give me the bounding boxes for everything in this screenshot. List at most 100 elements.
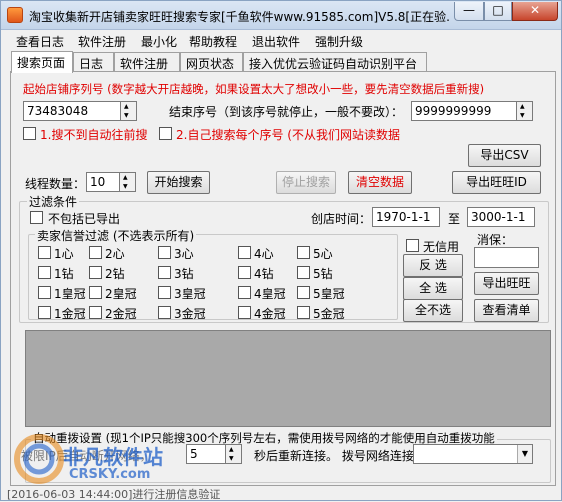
threads-label: 线程数量： xyxy=(25,177,86,191)
ip-limit-label: 被限IP后自动断开网络， xyxy=(21,449,152,463)
reconnect-seconds-spinner[interactable] xyxy=(226,444,242,464)
threads-input[interactable]: 10 xyxy=(86,172,120,192)
credit-checkbox[interactable] xyxy=(238,266,251,279)
chevron-down-icon[interactable]: ▼ xyxy=(517,445,532,463)
invert-selection-button[interactable]: 反 选 xyxy=(403,254,463,277)
credit-checkbox-label: 2皇冠 xyxy=(105,287,137,301)
credit-checkbox-label: 2金冠 xyxy=(105,307,137,321)
credit-checkbox[interactable] xyxy=(158,306,171,319)
credit-checkbox[interactable] xyxy=(38,246,51,259)
credit-checkbox[interactable] xyxy=(38,306,51,319)
threads-spinner[interactable] xyxy=(120,172,136,192)
credit-checkbox[interactable] xyxy=(89,286,102,299)
credit-checkbox[interactable] xyxy=(297,286,310,299)
credit-checkbox[interactable] xyxy=(38,286,51,299)
credit-checkbox[interactable] xyxy=(158,286,171,299)
exclude-exported-label: 不包括已导出 xyxy=(48,212,121,226)
credit-checkbox-label: 3心 xyxy=(174,247,194,261)
credit-checkbox[interactable] xyxy=(158,266,171,279)
tab-log[interactable]: 日志 xyxy=(73,52,114,72)
credit-checkbox-label: 2钻 xyxy=(105,267,125,281)
credit-checkbox[interactable] xyxy=(238,246,251,259)
export-wangwang-id-button[interactable]: 导出旺旺ID xyxy=(452,171,541,194)
credit-checkbox[interactable] xyxy=(158,246,171,259)
clear-data-button[interactable]: 清空数据 xyxy=(348,171,412,194)
credit-checkbox-label: 3钻 xyxy=(174,267,194,281)
select-all-button[interactable]: 全 选 xyxy=(403,277,463,300)
maximize-button[interactable]: □ xyxy=(484,2,512,21)
credit-checkbox-label: 3皇冠 xyxy=(174,287,206,301)
credit-checkbox[interactable] xyxy=(89,306,102,319)
credit-checkbox-label: 1钻 xyxy=(54,267,74,281)
export-wangwang-button[interactable]: 导出旺旺 xyxy=(474,272,539,295)
credit-checkbox-label: 1皇冠 xyxy=(54,287,86,301)
no-credit-label: 无信用 xyxy=(423,240,460,254)
search-each-serial-checkbox[interactable] xyxy=(159,127,172,140)
end-serial-input[interactable]: 9999999999 xyxy=(411,101,517,121)
credit-checkbox[interactable] xyxy=(89,266,102,279)
select-none-button[interactable]: 全不选 xyxy=(403,299,463,322)
credit-checkbox-label: 4皇冠 xyxy=(254,287,286,301)
credit-checkbox[interactable] xyxy=(89,246,102,259)
export-csv-button[interactable]: 导出CSV xyxy=(468,144,541,167)
created-to-label: 至 xyxy=(448,212,461,226)
start-serial-spinner[interactable] xyxy=(121,101,137,121)
dial-connection-select[interactable] xyxy=(413,444,533,464)
credit-checkbox[interactable] xyxy=(297,306,310,319)
auto-search-back-label: 1.搜不到自动往前搜 xyxy=(40,128,148,142)
credit-checkbox-label: 5皇冠 xyxy=(313,287,345,301)
menu-view-log[interactable]: 查看日志 xyxy=(16,33,64,50)
menu-help[interactable]: 帮助教程 xyxy=(189,33,237,50)
created-time-label: 创店时间： xyxy=(311,212,372,226)
menu-register[interactable]: 软件注册 xyxy=(78,33,126,50)
end-serial-spinner[interactable] xyxy=(517,101,533,121)
credit-checkbox-label: 4心 xyxy=(254,247,274,261)
auto-search-back-checkbox[interactable] xyxy=(23,127,36,140)
credit-checkbox-label: 5心 xyxy=(313,247,333,261)
credit-checkbox[interactable] xyxy=(297,266,310,279)
end-serial-label: 结束序号（到该序号就停止，一般不要改）： xyxy=(169,105,404,119)
menu-minimize[interactable]: 最小化 xyxy=(141,33,177,50)
credit-checkbox[interactable] xyxy=(38,266,51,279)
tab-search[interactable]: 搜索页面 xyxy=(11,51,73,73)
filter-group-title: 过滤条件 xyxy=(27,193,80,210)
menu-force-upgrade[interactable]: 强制升级 xyxy=(315,33,363,50)
start-serial-input[interactable]: 73483048 xyxy=(23,101,121,121)
consume-label: 消保： xyxy=(477,233,514,247)
close-button[interactable]: ✕ xyxy=(512,2,558,21)
start-search-button[interactable]: 开始搜索 xyxy=(147,171,210,194)
credit-checkbox-label: 1金冠 xyxy=(54,307,86,321)
credit-checkbox[interactable] xyxy=(297,246,310,259)
title-bar[interactable]: 淘宝收集新开店铺卖家旺旺搜索专家[千鱼软件www.91585.com]V5.8[… xyxy=(1,1,561,30)
created-from-input[interactable]: 1970-1-1 xyxy=(372,207,440,227)
credit-checkbox-label: 3金冠 xyxy=(174,307,206,321)
reconnect-seconds-input[interactable]: 5 xyxy=(186,444,226,464)
menu-exit[interactable]: 退出软件 xyxy=(252,33,300,50)
view-list-button[interactable]: 查看清单 xyxy=(474,299,539,322)
reconnect-label: 秒后重新连接。 拨号网络连接： xyxy=(254,449,426,463)
tab-web-status[interactable]: 网页状态 xyxy=(180,52,243,72)
app-window: 淘宝收集新开店铺卖家旺旺搜索专家[千鱼软件www.91585.com]V5.8[… xyxy=(0,0,562,501)
minimize-button[interactable]: — xyxy=(454,2,484,21)
no-credit-checkbox[interactable] xyxy=(406,239,419,252)
menu-bar: 查看日志 软件注册 最小化 帮助教程 退出软件 强制升级 xyxy=(2,30,561,50)
credit-checkbox-label: 4金冠 xyxy=(254,307,286,321)
consume-input[interactable] xyxy=(474,247,539,268)
credit-checkbox[interactable] xyxy=(238,306,251,319)
credit-checkbox-label: 2心 xyxy=(105,247,125,261)
log-output-area[interactable] xyxy=(25,330,551,427)
credit-checkbox-label: 1心 xyxy=(54,247,74,261)
window-title: 淘宝收集新开店铺卖家旺旺搜索专家[千鱼软件www.91585.com]V5.8[… xyxy=(29,10,451,24)
stop-search-button[interactable]: 停止搜索 xyxy=(276,171,336,194)
credit-checkbox-label: 5金冠 xyxy=(313,307,345,321)
status-bar: [2016-06-03 14:44:00]进行注册信息验证 xyxy=(7,488,221,501)
tab-register[interactable]: 软件注册 xyxy=(114,52,180,72)
credit-checkbox-label: 4钻 xyxy=(254,267,274,281)
tab-captcha-platform[interactable]: 接入优优云验证码自动识别平台 xyxy=(243,52,427,72)
credit-filter-title: 卖家信誉过滤 (不选表示所有) xyxy=(35,227,197,244)
credit-checkbox[interactable] xyxy=(238,286,251,299)
search-panel: 起始店铺序列号 (数字越大开店越晚，如果设置太大了想改小一些，要先清空数据后重新… xyxy=(10,71,556,486)
created-to-input[interactable]: 3000-1-1 xyxy=(467,207,535,227)
app-icon xyxy=(7,7,23,23)
exclude-exported-checkbox[interactable] xyxy=(30,211,43,224)
